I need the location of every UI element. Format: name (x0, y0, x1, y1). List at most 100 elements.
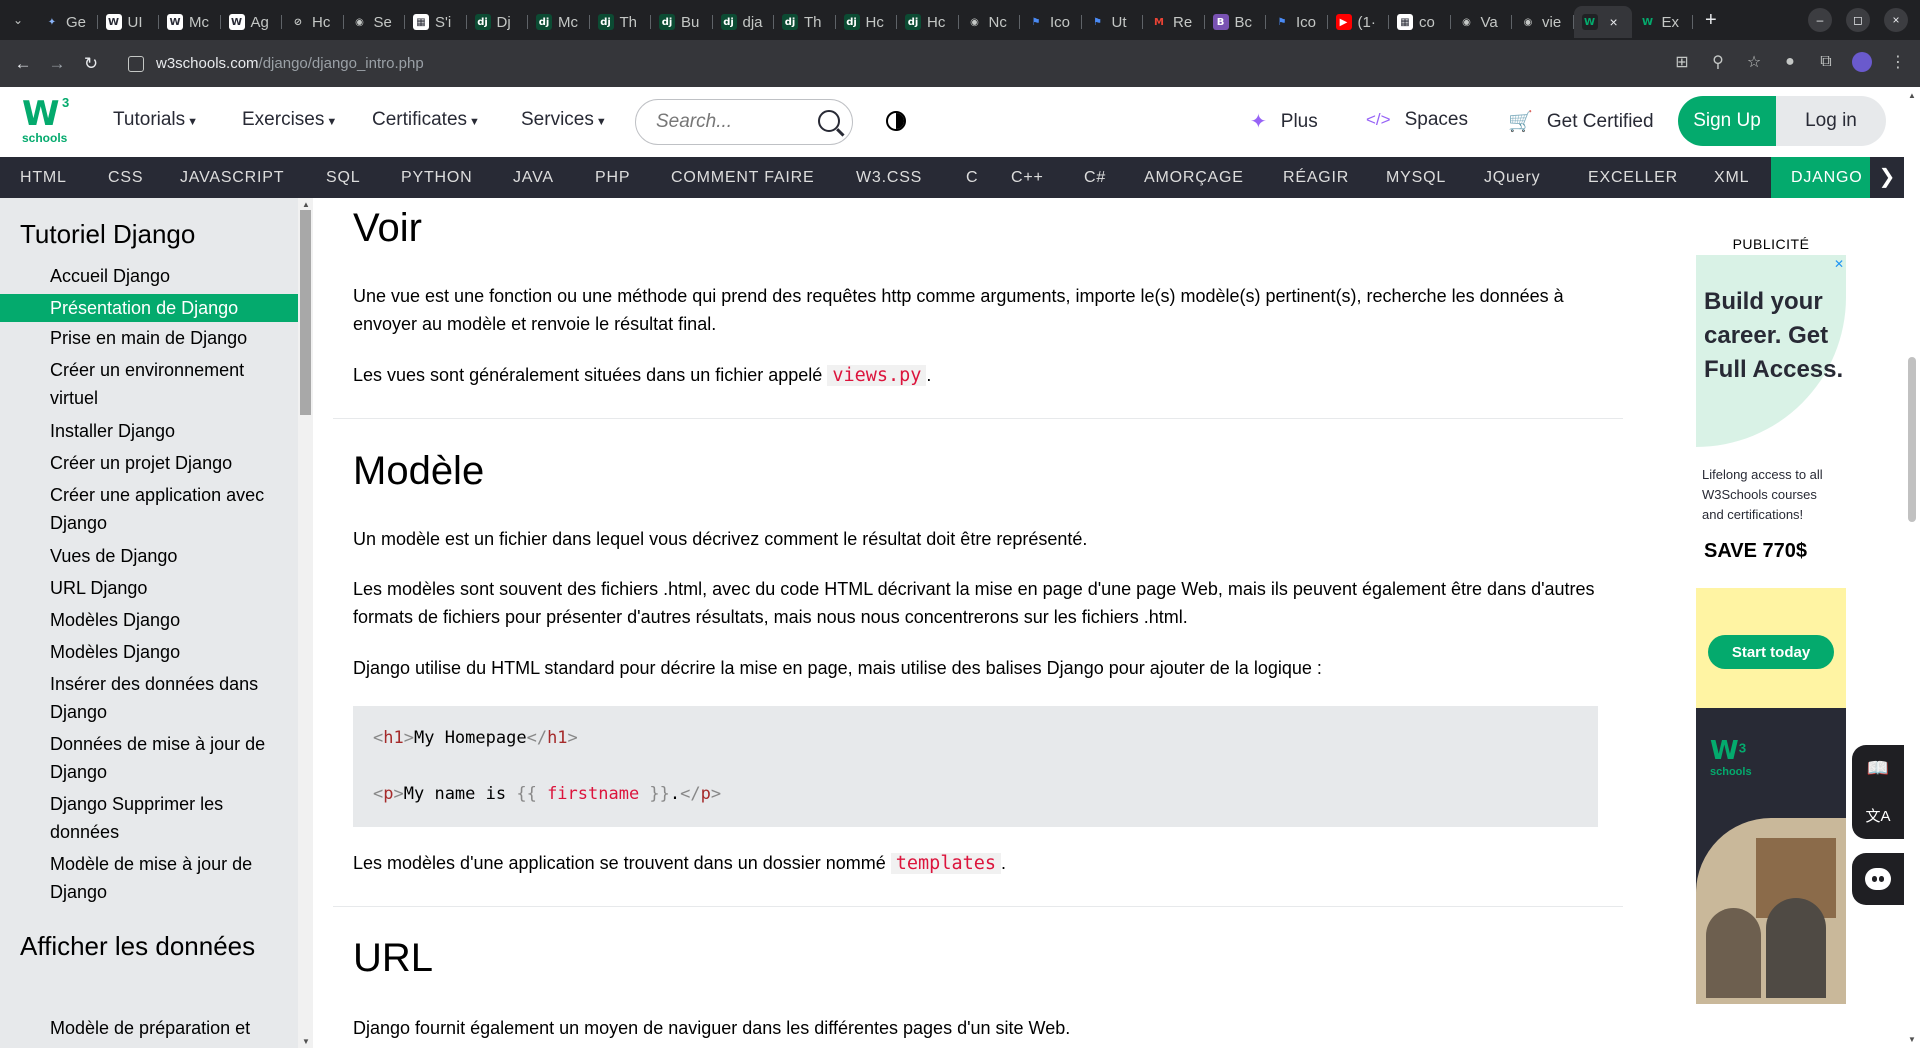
code-example[interactable]: <h1>My Homepage</h1> <p>My name is {{ fi… (353, 706, 1598, 827)
advertisement-banner[interactable]: Build your career. Get Full Access. ✕ Li… (1696, 255, 1846, 1004)
forward-arrow-icon[interactable]: → (40, 54, 74, 74)
sidebar-item-mise-a-jour[interactable]: Données de mise à jour de Django (0, 730, 298, 786)
scroll-up-icon[interactable]: ▲ (302, 200, 310, 209)
browser-tab[interactable]: ▦ co (1389, 6, 1451, 38)
w3schools-logo[interactable]: W 3 schools (22, 95, 74, 147)
sidebar-item-vues[interactable]: Vues de Django (0, 542, 298, 570)
back-arrow-icon[interactable]: ← (6, 54, 40, 74)
subnav-item-css[interactable]: CSS (88, 157, 163, 198)
sidebar-item-environnement[interactable]: Créer un environnement virtuel (0, 356, 298, 412)
tab-search-chevron-icon[interactable]: ⌄ (0, 0, 36, 40)
extensions-puzzle-icon[interactable]: ⧉ (1816, 53, 1836, 71)
sidebar-item-installer[interactable]: Installer Django (0, 417, 298, 445)
browser-tab[interactable]: M Re (1143, 6, 1205, 38)
translate-icon[interactable]: ⊞ (1672, 52, 1692, 72)
sign-up-button[interactable]: Sign Up (1678, 96, 1776, 146)
browser-tab[interactable]: ⚑ Ut (1082, 6, 1144, 38)
browser-tab[interactable]: dj Th (590, 6, 652, 38)
browser-tab[interactable]: dj Hc (836, 6, 898, 38)
tab-close-icon[interactable]: × (1610, 14, 1618, 30)
profile-avatar[interactable] (1852, 52, 1872, 72)
extension-bot-icon[interactable]: ● (1780, 53, 1800, 71)
menu-exercises[interactable]: Exercises ▼ (242, 109, 337, 131)
bookmark-star-icon[interactable]: ☆ (1744, 52, 1764, 72)
subnav-item-mysql[interactable]: MYSQL (1366, 157, 1466, 198)
sidebar-item-prise-en-main[interactable]: Prise en main de Django (0, 324, 298, 352)
dark-mode-toggle-icon[interactable] (886, 111, 906, 131)
sidebar-item-modeles-2[interactable]: Modèles Django (0, 638, 298, 666)
tab-active[interactable]: W × (1573, 6, 1632, 38)
scroll-down-icon[interactable]: ▼ (1908, 1035, 1916, 1044)
subnav-item-html[interactable]: HTML (0, 157, 87, 198)
sidebar-scroll-thumb[interactable] (300, 210, 311, 415)
sidebar-scrollbar[interactable]: ▲ ▼ (298, 198, 313, 1048)
translate-icon[interactable]: 文A (1865, 805, 1890, 826)
browser-tab[interactable]: W Mc (159, 6, 221, 38)
spaces-link[interactable]: </> Spaces (1366, 109, 1468, 131)
ad-start-today-button[interactable]: Start today (1708, 635, 1834, 669)
subnav-item-exceller[interactable]: EXCELLER (1568, 157, 1698, 198)
sidebar-item-url[interactable]: URL Django (0, 574, 298, 602)
scroll-down-icon[interactable]: ▼ (302, 1037, 310, 1046)
subnav-item-comment-faire[interactable]: COMMENT FAIRE (651, 157, 834, 198)
plus-link[interactable]: ✦ Plus (1250, 109, 1318, 134)
reload-icon[interactable]: ↻ (74, 54, 108, 74)
browser-tab[interactable]: ⚑ Ico (1020, 6, 1082, 38)
subnav-item-javascript[interactable]: JAVASCRIPT (160, 157, 304, 198)
browser-tab[interactable]: dj Hc (897, 6, 959, 38)
subnav-item-amorcage[interactable]: AMORÇAGE (1124, 157, 1264, 198)
subnav-item-cpp[interactable]: C++ (991, 157, 1064, 198)
close-window-button[interactable]: × (1884, 8, 1908, 32)
subnav-item-csharp[interactable]: C# (1064, 157, 1126, 198)
subnav-item-reagir[interactable]: RÉAGIR (1263, 157, 1369, 198)
browser-tab[interactable]: ▶ (1· (1328, 6, 1390, 38)
subnav-item-jquery[interactable]: JQuery (1464, 157, 1560, 198)
browser-tab[interactable]: dj Bu (651, 6, 713, 38)
get-certified-link[interactable]: 🛒 Get Certified (1508, 109, 1654, 134)
browser-tab[interactable]: ◉ Va (1451, 6, 1513, 38)
log-in-button[interactable]: Log in (1776, 96, 1886, 146)
sidebar-item-supprimer[interactable]: Django Supprimer les données (0, 790, 298, 846)
search-icon[interactable] (818, 110, 840, 132)
sidebar-item-projet[interactable]: Créer un projet Django (0, 449, 298, 477)
page-scrollbar[interactable]: ▲ ▼ (1904, 87, 1920, 1048)
subnav-item-php[interactable]: PHP (575, 157, 650, 198)
subnav-item-python[interactable]: PYTHON (381, 157, 492, 198)
search-input[interactable]: Search... (635, 99, 853, 145)
subnav-item-java[interactable]: JAVA (493, 157, 574, 198)
tab-last[interactable]: W Ex (1632, 6, 1694, 38)
address-bar[interactable]: w3schools.com/django/django_intro.php (118, 46, 1630, 81)
browser-tab[interactable]: W Ag (221, 6, 283, 38)
sidebar-item-application[interactable]: Créer une application avec Django (0, 481, 298, 537)
zoom-icon[interactable]: ⚲ (1708, 52, 1728, 72)
sidebar-item-preparation[interactable]: Modèle de préparation et (0, 1014, 298, 1042)
browser-tab[interactable]: ◉ vie (1512, 6, 1574, 38)
sidebar-item-inserer[interactable]: Insérer des données dans Django (0, 670, 298, 726)
site-info-icon[interactable] (128, 55, 144, 72)
browser-menu-icon[interactable]: ⋮ (1888, 52, 1908, 72)
browser-tab[interactable]: ✦ Ge (36, 6, 98, 38)
new-tab-button[interactable]: + (1705, 9, 1717, 32)
browser-tab[interactable]: dj dja (713, 6, 775, 38)
book-icon[interactable]: 📖 (1867, 758, 1889, 779)
browser-tab[interactable]: dj Th (774, 6, 836, 38)
menu-tutorials[interactable]: Tutorials ▼ (113, 109, 198, 131)
browser-tab[interactable]: ▦ S'i (405, 6, 467, 38)
browser-tab[interactable]: ⚑ Ico (1266, 6, 1328, 38)
assistant-bot-button[interactable] (1852, 853, 1904, 905)
menu-services[interactable]: Services ▼ (521, 109, 607, 131)
minimize-button[interactable]: – (1808, 8, 1832, 32)
browser-tab[interactable]: W UI (98, 6, 160, 38)
scroll-up-icon[interactable]: ▲ (1908, 91, 1916, 100)
browser-tab[interactable]: B Bc (1205, 6, 1267, 38)
subnav-right-arrow-icon[interactable]: ❯ (1870, 157, 1904, 198)
subnav-item-sql[interactable]: SQL (306, 157, 380, 198)
menu-certificates[interactable]: Certificates ▼ (372, 109, 480, 131)
browser-tab[interactable]: ◉ Se (344, 6, 406, 38)
browser-tab[interactable]: ◉ Nc (959, 6, 1021, 38)
subnav-item-xml[interactable]: XML (1694, 157, 1769, 198)
maximize-button[interactable]: ◻ (1846, 8, 1870, 32)
sidebar-item-accueil[interactable]: Accueil Django (0, 262, 298, 290)
sidebar-item-modele-maj[interactable]: Modèle de mise à jour de Django (0, 850, 298, 906)
sidebar-item-presentation[interactable]: Présentation de Django (0, 294, 298, 322)
